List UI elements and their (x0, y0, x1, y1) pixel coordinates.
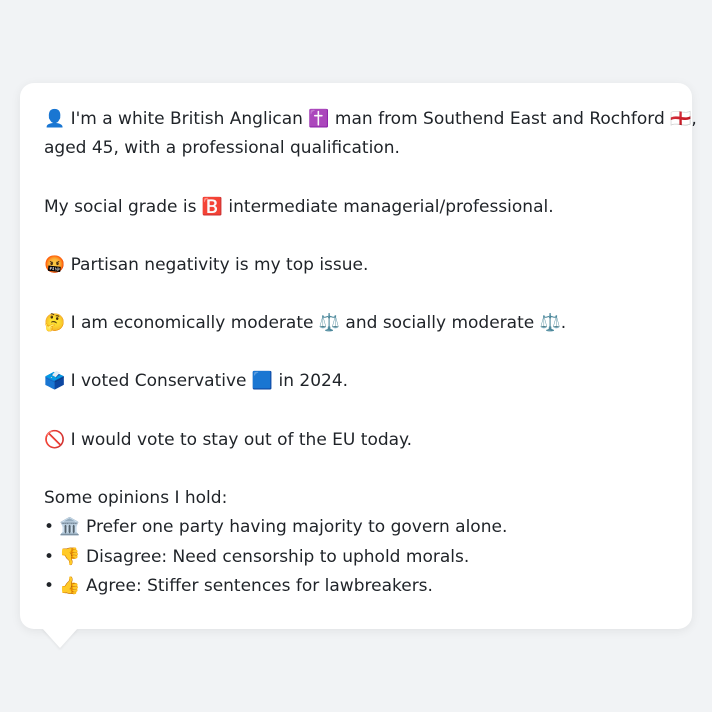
identity-line-1: 👤 I'm a white British Anglican ✝️ man fr… (44, 109, 697, 129)
eu-vote-text: 🚫 I would vote to stay out of the EU tod… (44, 429, 413, 450)
vote-2024-text: 🗳️ I voted Conservative 🟦 in 2024. (44, 371, 349, 392)
identity-line-2: aged 45, with a professional qualificati… (44, 138, 400, 159)
opinion-item: • 👎 Disagree: Need censorship to uphold … (44, 546, 470, 567)
opinion-item: • 🏛️ Prefer one party having majority to… (44, 517, 508, 538)
ideology-text: 🤔 I am economically moderate ⚖️ and soci… (44, 313, 567, 334)
social-grade-text: My social grade is 🅱️ intermediate manag… (44, 196, 554, 217)
opinion-item: • 👍 Agree: Stiffer sentences for lawbrea… (44, 575, 433, 596)
profile-card: 👤 I'm a white British Anglican ✝️ man fr… (20, 83, 697, 629)
top-issue-text: 🤬 Partisan negativity is my top issue. (44, 254, 369, 275)
opinions-heading: Some opinions I hold: (44, 488, 228, 509)
speech-bubble-tail (42, 628, 78, 648)
